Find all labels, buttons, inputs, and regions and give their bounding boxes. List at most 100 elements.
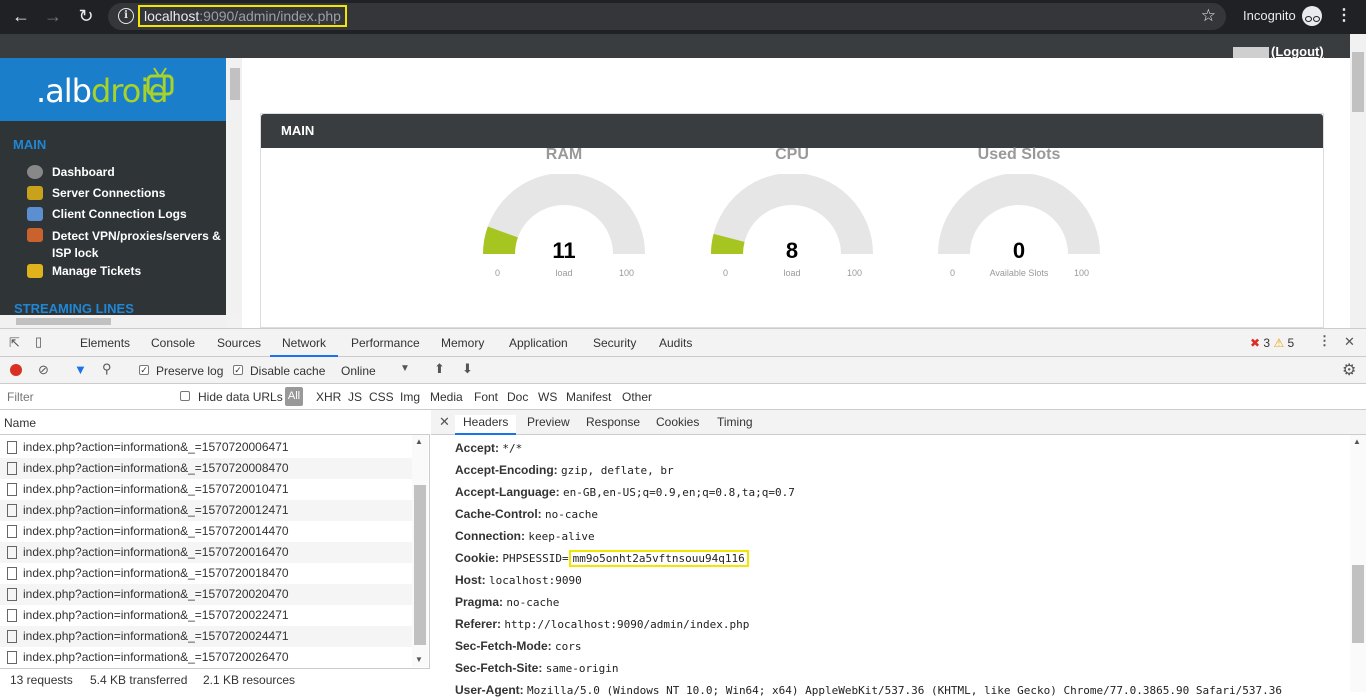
tab-headers[interactable]: Headers: [455, 415, 517, 435]
request-row[interactable]: index.php?action=information&_=157072002…: [0, 647, 412, 668]
request-row[interactable]: index.php?action=information&_=157072000…: [0, 458, 412, 479]
forward-arrow-icon[interactable]: →: [41, 5, 65, 29]
throttling-select[interactable]: Online: [341, 364, 376, 378]
header-row: User-Agent: Mozilla/5.0 (Windows NT 10.0…: [455, 683, 1282, 697]
header-row: Cookie: PHPSESSID= mm9o5onht2a5vftnsouu94…: [455, 550, 749, 567]
reload-icon[interactable]: ↻: [74, 5, 98, 29]
filter-type-img[interactable]: Img: [400, 390, 420, 404]
devtools-menu-icon[interactable]: ⋮: [1318, 333, 1331, 349]
filter-icon[interactable]: ▼: [74, 362, 87, 377]
page-scrollbar[interactable]: [1350, 34, 1366, 328]
request-row[interactable]: index.php?action=information&_=157072002…: [0, 626, 412, 647]
request-row[interactable]: index.php?action=information&_=157072001…: [0, 500, 412, 521]
file-icon: [7, 609, 17, 622]
tab-elements[interactable]: Elements: [80, 336, 130, 350]
tab-performance[interactable]: Performance: [351, 336, 420, 350]
scroll-up-icon[interactable]: ▲: [1353, 437, 1361, 446]
import-har-icon[interactable]: ⬆: [434, 361, 445, 377]
device-toolbar-icon[interactable]: ▯: [35, 334, 42, 350]
export-har-icon[interactable]: ⬇: [462, 361, 473, 377]
detail-scrollbar[interactable]: ▲: [1350, 435, 1366, 692]
filter-type-css[interactable]: CSS: [369, 390, 394, 404]
filter-type-all[interactable]: All: [285, 387, 303, 406]
incognito-icon[interactable]: [1302, 6, 1322, 26]
tab-preview[interactable]: Preview: [527, 415, 570, 429]
request-row[interactable]: index.php?action=information&_=157072001…: [0, 542, 412, 563]
request-row[interactable]: index.php?action=information&_=157072002…: [0, 605, 412, 626]
request-row[interactable]: index.php?action=information&_=157072002…: [0, 584, 412, 605]
tab-cookies[interactable]: Cookies: [656, 415, 699, 429]
logout-text[interactable]: (Logout): [1271, 44, 1324, 59]
request-row[interactable]: index.php?action=information&_=157072000…: [0, 437, 412, 458]
summary-requests: 13 requests: [10, 673, 73, 687]
request-row[interactable]: index.php?action=information&_=157072001…: [0, 479, 412, 500]
request-name: index.php?action=information&_=157072002…: [23, 629, 289, 643]
inspect-icon[interactable]: ⇱: [9, 335, 20, 351]
filter-type-font[interactable]: Font: [474, 390, 498, 404]
settings-gear-icon[interactable]: ⚙: [1342, 360, 1356, 380]
clear-icon[interactable]: ⊘: [38, 362, 49, 378]
sidebar-scrollbar[interactable]: [228, 58, 242, 314]
url-text[interactable]: localhost:9090/admin/index.php: [138, 5, 347, 27]
search-icon[interactable]: ⚲: [102, 361, 112, 377]
error-warning-counter[interactable]: ✖ 3 ⚠ 5: [1250, 336, 1294, 350]
sidebar-item-client-logs[interactable]: Client Connection Logs: [27, 207, 187, 221]
name-column-header[interactable]: Name: [0, 410, 430, 435]
request-list-scrollbar[interactable]: ▲ ▼: [412, 435, 428, 667]
bookmark-star-icon[interactable]: ☆: [1201, 6, 1216, 26]
tab-response[interactable]: Response: [586, 415, 640, 429]
logo[interactable]: .albdroid: [0, 58, 226, 121]
header-key: Sec-Fetch-Mode:: [455, 639, 552, 653]
sidebar-item-manage-tickets[interactable]: Manage Tickets: [27, 264, 141, 278]
sidebar-horizontal-scrollbar[interactable]: [0, 315, 226, 328]
tab-console[interactable]: Console: [151, 336, 195, 350]
tab-security[interactable]: Security: [593, 336, 636, 350]
sidebar-item-server-connections[interactable]: Server Connections: [27, 186, 165, 200]
scroll-up-icon[interactable]: ▲: [415, 437, 423, 446]
sidebar-item-detect-vpn[interactable]: Detect VPN/proxies/servers & ISP lock: [27, 228, 221, 262]
hide-data-urls-checkbox[interactable]: [180, 391, 190, 401]
scrollbar-thumb[interactable]: [1352, 565, 1364, 643]
scrollbar-thumb[interactable]: [414, 485, 426, 645]
filter-type-js[interactable]: JS: [348, 390, 362, 404]
request-row[interactable]: index.php?action=information&_=157072001…: [0, 521, 412, 542]
request-detail: ✕ Headers Preview Response Cookies Timin…: [431, 410, 1366, 697]
scrollbar-thumb[interactable]: [16, 318, 111, 325]
scrollbar-thumb[interactable]: [230, 68, 240, 100]
filter-type-manifest[interactable]: Manifest: [566, 390, 611, 404]
tab-timing[interactable]: Timing: [717, 415, 753, 429]
scrollbar-thumb[interactable]: [1352, 52, 1364, 112]
back-arrow-icon[interactable]: ←: [9, 5, 33, 29]
tab-application[interactable]: Application: [509, 336, 568, 350]
header-key: Sec-Fetch-Site:: [455, 661, 543, 675]
sidebar-item-dashboard[interactable]: Dashboard: [27, 165, 115, 179]
header-row: Referer: http://localhost:9090/admin/ind…: [455, 617, 749, 631]
header-value: keep-alive: [528, 530, 595, 543]
preserve-log-checkbox[interactable]: ✓: [139, 365, 149, 375]
logout-link[interactable]: (Logout): [1233, 44, 1324, 59]
filter-type-media[interactable]: Media: [430, 390, 463, 404]
tab-memory[interactable]: Memory: [441, 336, 484, 350]
disable-cache-checkbox[interactable]: ✓: [233, 365, 243, 375]
chevron-down-icon[interactable]: ▼: [400, 363, 410, 374]
filter-type-ws[interactable]: WS: [538, 390, 557, 404]
filter-type-doc[interactable]: Doc: [507, 390, 528, 404]
filter-input[interactable]: [4, 387, 166, 406]
record-icon[interactable]: [10, 364, 22, 376]
tab-network[interactable]: Network: [270, 336, 339, 357]
incognito-label: Incognito: [1243, 8, 1296, 23]
tab-sources[interactable]: Sources: [217, 336, 261, 350]
info-icon[interactable]: i: [118, 8, 134, 24]
tab-audits[interactable]: Audits: [659, 336, 692, 350]
header-row: Accept-Language: en-GB,en-US;q=0.9,en;q=…: [455, 485, 795, 499]
scroll-down-icon[interactable]: ▼: [415, 655, 423, 664]
filter-type-xhr[interactable]: XHR: [316, 390, 341, 404]
close-detail-icon[interactable]: ✕: [439, 414, 450, 430]
browser-menu-icon[interactable]: ⋮: [1336, 6, 1352, 26]
gauge-title: Used Slots: [977, 146, 1061, 163]
request-row[interactable]: index.php?action=information&_=157072001…: [0, 563, 412, 584]
hide-data-urls-label: Hide data URLs: [198, 390, 283, 404]
close-devtools-icon[interactable]: ✕: [1344, 334, 1355, 350]
address-bar[interactable]: i localhost:9090/admin/index.php ☆: [108, 3, 1226, 30]
filter-type-other[interactable]: Other: [622, 390, 652, 404]
